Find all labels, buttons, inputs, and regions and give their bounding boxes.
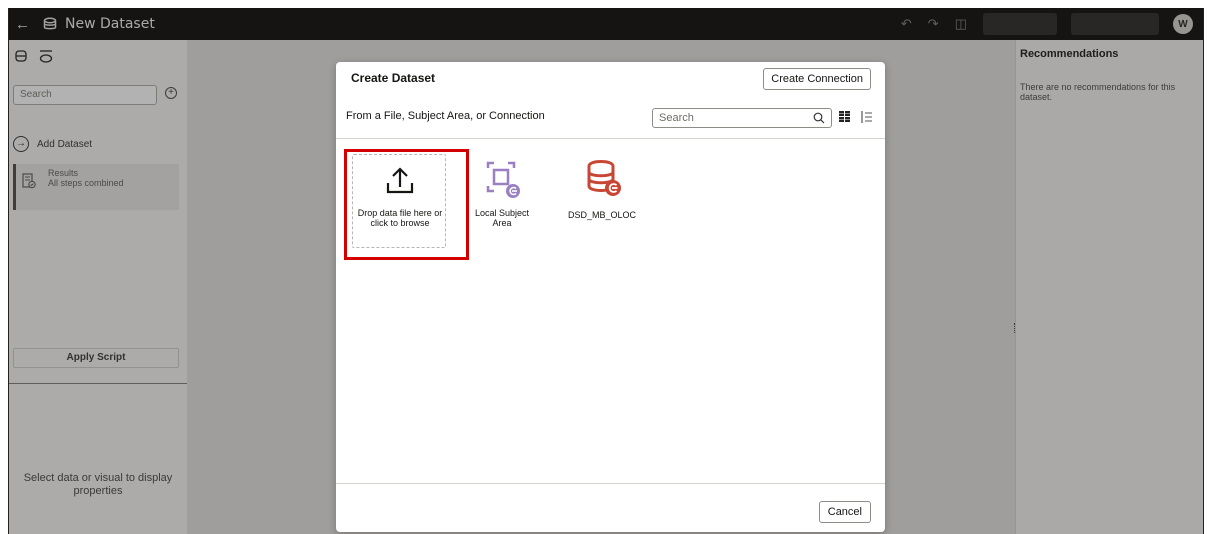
- search-placeholder: Search: [659, 112, 694, 124]
- connection-tile[interactable]: DSD_MB_OLOC: [562, 158, 642, 220]
- dialog-subtitle: From a File, Subject Area, or Connection: [346, 110, 545, 122]
- dialog-title: Create Dataset: [351, 71, 436, 85]
- search-icon[interactable]: [813, 112, 825, 124]
- list-view-icon[interactable]: [861, 111, 873, 123]
- divider: [336, 138, 885, 139]
- app-frame: ← New Dataset ↶ ↷ ◫ W Search + → Add Dat…: [8, 8, 1204, 534]
- dialog-search-input[interactable]: Search: [652, 108, 832, 128]
- create-connection-button[interactable]: Create Connection: [763, 68, 871, 90]
- grid-view-icon[interactable]: [839, 111, 851, 123]
- database-connection-icon: [587, 160, 621, 196]
- highlight-box: [344, 149, 469, 260]
- connection-label: DSD_MB_OLOC: [567, 210, 637, 220]
- divider: [336, 483, 885, 484]
- local-subject-area-tile[interactable]: Local Subject Area: [466, 158, 538, 228]
- local-subject-area-label: Local Subject Area: [474, 208, 530, 228]
- create-dataset-dialog: Create Dataset Create Connection From a …: [336, 62, 885, 532]
- subject-area-icon: [486, 161, 520, 198]
- cancel-button[interactable]: Cancel: [818, 501, 871, 523]
